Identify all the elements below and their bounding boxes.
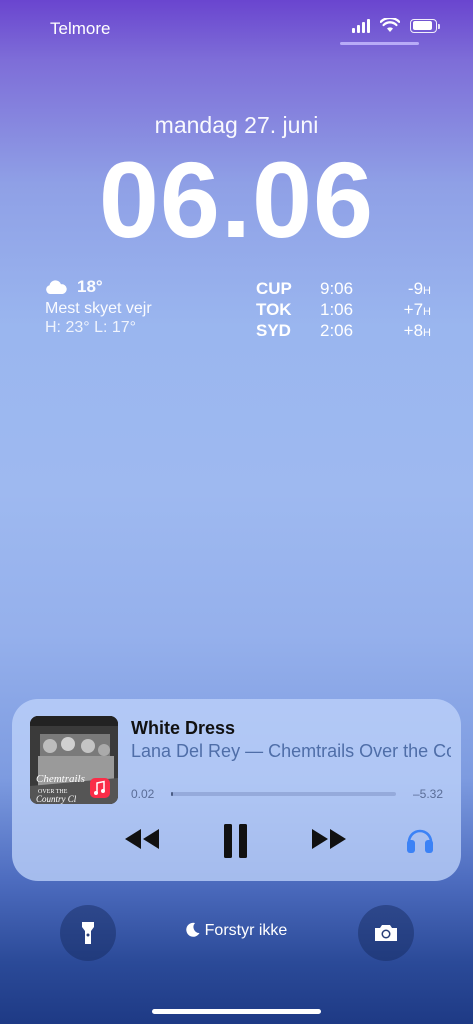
clock-city: SYD [256, 320, 291, 340]
lock-date: mandag 27. juni [154, 112, 319, 138]
carrier-name: Telmore [50, 19, 111, 38]
world-clock-widget[interactable]: CUP 9:06 -9H TOK 1:06 +7H SYD 2:06 +8H [256, 278, 431, 341]
camera-button[interactable] [358, 905, 414, 961]
weather-high-low: H: 23° L: 17° [45, 319, 137, 336]
clock-time: 2:06 [320, 320, 354, 340]
album-artwork[interactable]: Chemtrails OVER THE Country Cl [30, 716, 118, 804]
clock-offset: +7H [403, 299, 431, 319]
clock-time: 9:06 [320, 278, 354, 298]
airpods-max-icon[interactable] [404, 823, 436, 855]
clock-offset: -9H [407, 278, 431, 298]
backward-icon[interactable] [122, 821, 162, 857]
pause-icon[interactable] [222, 821, 250, 861]
weather-temperature: 18° [77, 277, 103, 296]
song-title: White Dress [131, 718, 236, 738]
forward-icon[interactable] [309, 821, 349, 857]
clock-time: 1:06 [320, 299, 354, 319]
weather-condition: Mest skyet vejr [45, 300, 152, 317]
svg-text:Country Cl: Country Cl [36, 794, 77, 804]
weather-widget[interactable]: 18° Mest skyet vejr H: 23° L: 17° [45, 276, 152, 337]
status-bar-indicator [340, 42, 419, 45]
clock-offset: +8H [403, 320, 431, 340]
lock-time: 06.06 [98, 139, 375, 260]
apple-music-icon [90, 778, 110, 798]
clock-row: TOK 1:06 +7H [256, 299, 431, 320]
clock-row: CUP 9:06 -9H [256, 278, 431, 299]
now-playing-widget[interactable]: Chemtrails OVER THE Country Cl White Dre… [12, 699, 461, 881]
cloud-icon [46, 280, 67, 294]
clock-row: SYD 2:06 +8H [256, 320, 431, 341]
focus-label: Forstyr ikke [204, 922, 288, 939]
album-cover-text: Chemtrails [36, 773, 85, 785]
status-icons [352, 18, 440, 33]
camera-icon [375, 925, 397, 941]
home-indicator[interactable] [152, 1009, 321, 1014]
clock-city: CUP [256, 278, 292, 298]
moon-icon [185, 922, 200, 937]
remaining-time: –5.32 [412, 787, 443, 801]
wifi-icon [380, 18, 400, 32]
clock-city: TOK [256, 299, 292, 319]
battery-icon [410, 18, 440, 33]
playback-scrubber[interactable] [171, 792, 396, 796]
elapsed-time: 0.02 [131, 787, 155, 801]
playback-progress-fill [171, 792, 174, 796]
song-artist-album: Lana Del Rey — Chemtrails Over the Count… [131, 741, 451, 761]
cellular-signal-icon [352, 18, 370, 33]
